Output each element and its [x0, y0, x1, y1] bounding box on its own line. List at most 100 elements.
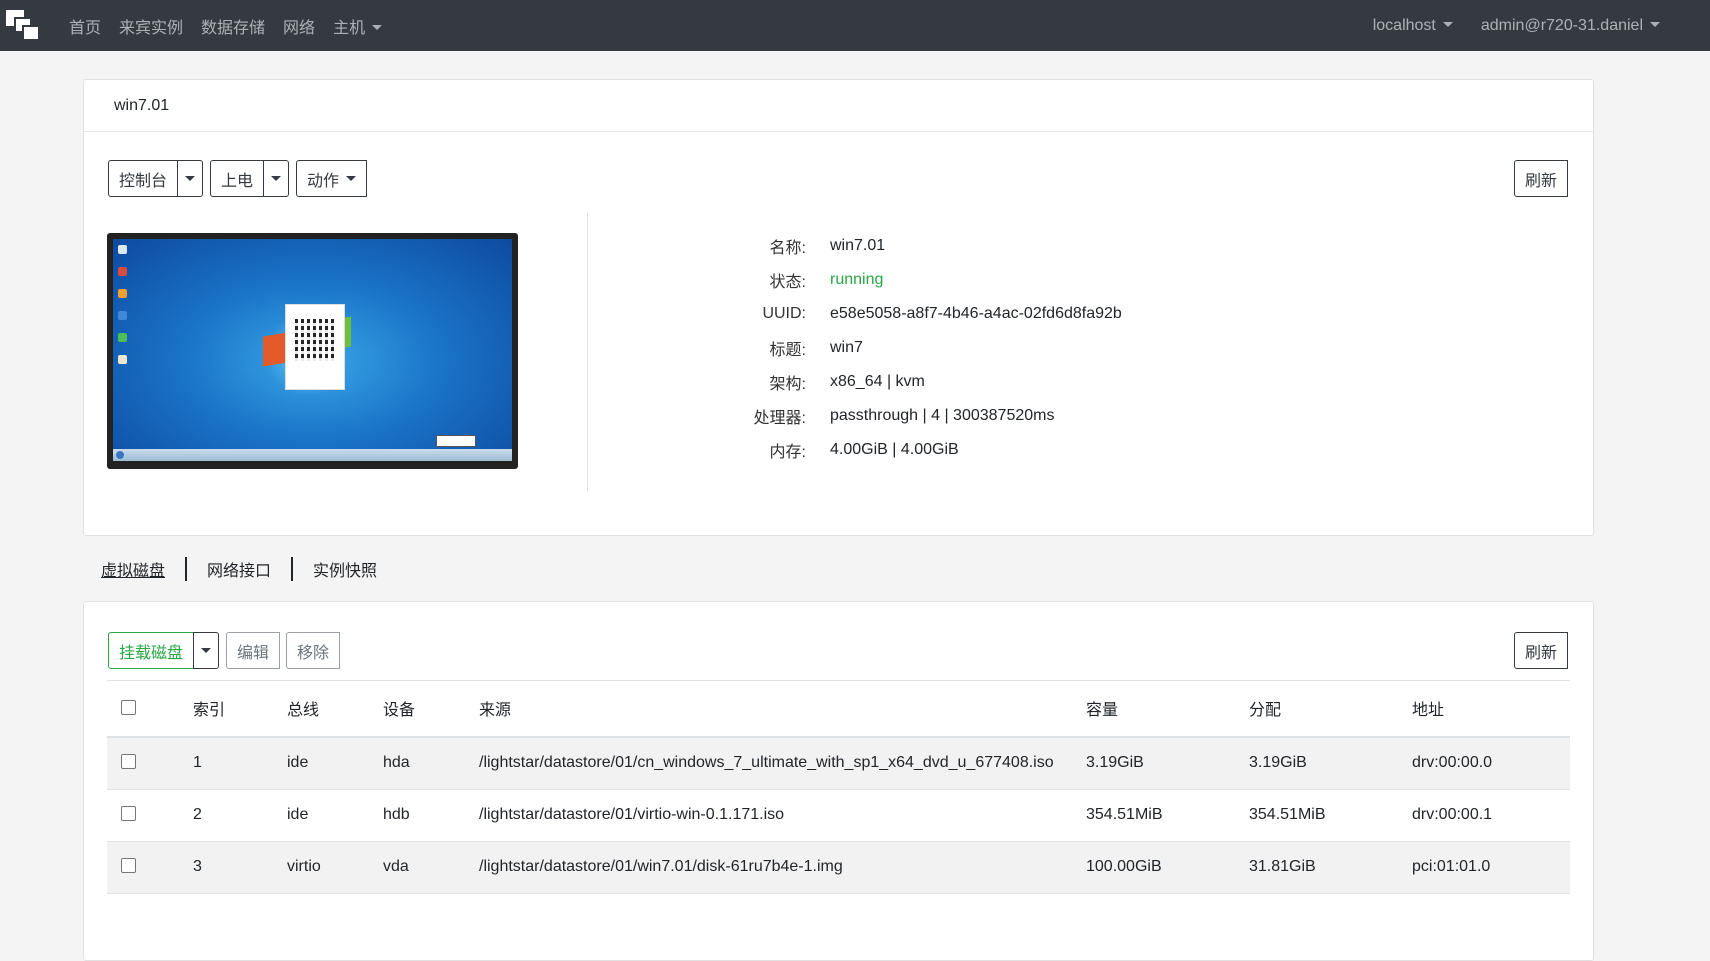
disk-bus: ide	[287, 753, 309, 771]
disk-device: hda	[383, 753, 410, 771]
edit-button-group: 编辑	[226, 632, 281, 669]
detail-value: win7.01	[830, 237, 886, 254]
detail-row-status: 状态: running	[700, 263, 884, 297]
detail-value: passthrough | 4 | 300387520ms	[830, 407, 1055, 424]
console-button-group: 控制台	[108, 160, 204, 197]
detail-label: 标题:	[769, 342, 806, 359]
qr-code-image	[285, 304, 345, 390]
table-row[interactable]: 1 ide hda /lightstar/datastore/01/cn_win…	[107, 736, 1570, 789]
tab-network-interfaces[interactable]: 网络接口	[187, 557, 291, 581]
detail-label: 处理器:	[753, 410, 806, 427]
table-row[interactable]: 2 ide hdb /lightstar/datastore/01/virtio…	[107, 789, 1570, 841]
power-button-group: 上电	[210, 160, 290, 197]
detail-row-title: 标题: win7	[700, 331, 863, 365]
console-screenshot-thumbnail[interactable]	[107, 233, 518, 469]
disk-device: vda	[383, 857, 409, 875]
instance-refresh-button[interactable]: 刷新	[1514, 160, 1569, 197]
chevron-down-icon	[185, 176, 196, 181]
tab-virtual-disks[interactable]: 虚拟磁盘	[101, 557, 185, 581]
row-checkbox[interactable]	[121, 753, 136, 769]
detail-value: x86_64 | kvm	[830, 373, 925, 390]
edit-disk-button[interactable]: 编辑	[226, 632, 281, 669]
disk-allocation: 354.51MiB	[1249, 805, 1326, 823]
desktop-preview-image	[113, 239, 512, 461]
table-row[interactable]: 3 virtio vda /lightstar/datastore/01/win…	[107, 841, 1570, 893]
disks-refresh-button[interactable]: 刷新	[1514, 632, 1569, 669]
remove-disk-button[interactable]: 移除	[286, 632, 341, 669]
detail-value: 4.00GiB | 4.00GiB	[830, 441, 959, 458]
detail-label: 架构:	[769, 376, 806, 393]
disk-address: pci:01:01.0	[1412, 857, 1491, 875]
remove-button-group: 移除	[286, 632, 341, 669]
disk-allocation: 31.81GiB	[1249, 857, 1316, 875]
app-logo-icon[interactable]	[6, 10, 40, 42]
top-navbar: 首页 来宾实例 数据存储 网络 主机 localhost admin@r720-…	[0, 0, 1710, 51]
disk-bus: ide	[287, 805, 309, 823]
nav-datastore[interactable]: 数据存储	[192, 14, 274, 38]
console-dropdown-toggle[interactable]	[177, 160, 204, 197]
nav-network[interactable]: 网络	[274, 14, 324, 38]
disks-table: 索引 总线 设备 来源 容量 分配 地址 1 ide hda /lightsta…	[107, 680, 1570, 894]
disk-address: drv:00:00.0	[1412, 753, 1493, 771]
select-all-checkbox[interactable]	[121, 700, 136, 716]
disk-capacity: 3.19GiB	[1086, 753, 1144, 771]
disk-address: drv:00:00.1	[1412, 805, 1493, 823]
disk-bus: virtio	[287, 857, 321, 875]
detail-label: 内存:	[769, 444, 806, 461]
disk-allocation: 3.19GiB	[1249, 753, 1307, 771]
host-selector-dropdown[interactable]: localhost	[1363, 17, 1463, 35]
chevron-down-icon	[201, 648, 212, 653]
column-header: 分配	[1249, 702, 1282, 720]
detail-value: e58e5058-a8f7-4b46-a4ac-02fd6d8fa92b	[830, 305, 1122, 322]
action-dropdown-button[interactable]: 动作	[296, 160, 368, 197]
disk-index: 2	[193, 805, 202, 823]
instance-name-title: win7.01	[114, 96, 170, 114]
detail-row-uuid: UUID: e58e5058-a8f7-4b46-a4ac-02fd6d8fa9…	[700, 297, 1122, 331]
detail-row-memory: 内存: 4.00GiB | 4.00GiB	[700, 433, 959, 467]
column-header: 索引	[193, 702, 226, 720]
disk-source: /lightstar/datastore/01/win7.01/disk-61r…	[479, 857, 843, 875]
console-button[interactable]: 控制台	[108, 160, 179, 197]
user-menu-dropdown[interactable]: admin@r720-31.daniel	[1471, 17, 1670, 35]
attach-disk-button-group: 挂载磁盘	[108, 632, 220, 669]
attach-disk-dropdown-toggle[interactable]	[193, 632, 220, 669]
column-header: 来源	[479, 702, 512, 720]
nav-host-label: 主机	[333, 19, 366, 37]
disk-index: 1	[193, 753, 202, 771]
chevron-down-icon	[372, 24, 383, 30]
instance-card-header: win7.01	[84, 80, 1593, 132]
disk-source: /lightstar/datastore/01/cn_windows_7_ult…	[479, 753, 1054, 771]
row-checkbox[interactable]	[121, 857, 136, 873]
nav-home[interactable]: 首页	[60, 14, 110, 38]
chevron-down-icon	[1442, 21, 1453, 27]
table-header-row: 索引 总线 设备 来源 容量 分配 地址	[107, 680, 1570, 737]
detail-value: win7	[830, 339, 863, 356]
column-header: 地址	[1412, 702, 1445, 720]
column-header: 总线	[287, 702, 320, 720]
power-dropdown-toggle[interactable]	[263, 160, 290, 197]
detail-label: 状态:	[769, 274, 806, 291]
detail-row-name: 名称: win7.01	[700, 229, 886, 263]
user-nav: localhost admin@r720-31.daniel	[1355, 0, 1670, 51]
power-on-button[interactable]: 上电	[210, 160, 265, 197]
disks-refresh-button-group: 刷新	[1514, 632, 1569, 669]
host-selector-label: localhost	[1372, 16, 1436, 34]
disk-device: hdb	[383, 805, 410, 823]
tab-instance-snapshots[interactable]: 实例快照	[293, 557, 397, 581]
chevron-down-icon	[346, 176, 357, 181]
detail-label: 名称:	[769, 240, 806, 257]
disk-capacity: 354.51MiB	[1086, 805, 1163, 823]
chevron-down-icon	[271, 176, 282, 181]
detail-row-cpu: 处理器: passthrough | 4 | 300387520ms	[700, 399, 1055, 433]
action-button-group: 动作	[296, 160, 368, 197]
nav-guest-instances[interactable]: 来宾实例	[110, 14, 192, 38]
attach-disk-button[interactable]: 挂载磁盘	[108, 632, 195, 669]
nav-host-dropdown[interactable]: 主机	[324, 14, 391, 38]
row-checkbox[interactable]	[121, 805, 136, 821]
detail-label: UUID:	[762, 305, 806, 322]
action-label: 动作	[307, 172, 340, 190]
disk-source: /lightstar/datastore/01/virtio-win-0.1.1…	[479, 805, 785, 823]
disk-capacity: 100.00GiB	[1086, 857, 1162, 875]
column-header: 容量	[1086, 702, 1119, 720]
status-value: running	[830, 271, 884, 288]
